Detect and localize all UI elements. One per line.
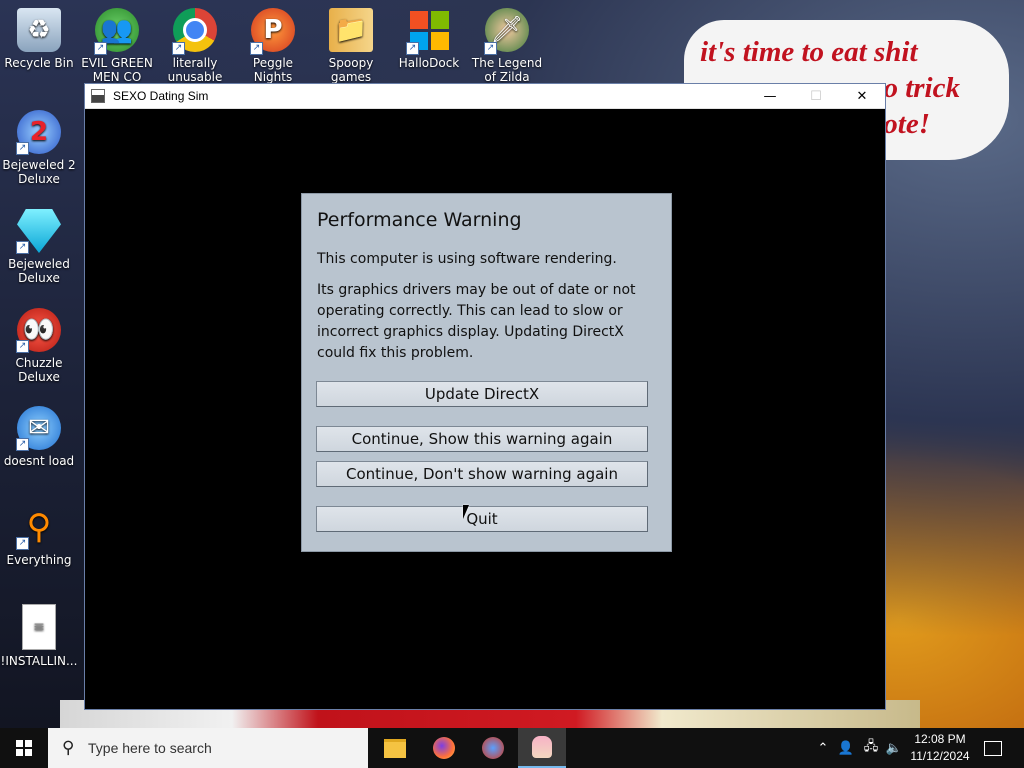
close-button[interactable]: ✕ xyxy=(839,84,885,108)
tray-network[interactable]: 🖧 xyxy=(860,728,882,768)
dialog-message-1: This computer is using software renderin… xyxy=(317,251,617,267)
taskbar-search-box[interactable]: ⚲ Type here to search xyxy=(48,728,368,768)
mouse-cursor-icon xyxy=(463,505,469,519)
continue-show-warning-button[interactable]: Continue, Show this warning again xyxy=(316,426,648,452)
desktop-icon-label: The Legend of Zilda xyxy=(471,56,543,84)
notification-icon xyxy=(984,740,1002,756)
desktop-icon-legend-of-zilda[interactable]: 🗡 The Legend of Zilda ↗ xyxy=(468,8,546,84)
update-directx-button[interactable]: Update DirectX xyxy=(316,381,648,407)
shortcut-arrow-icon: ↗ xyxy=(16,537,29,550)
action-center-button[interactable] xyxy=(978,728,1008,768)
quit-button[interactable]: Quit xyxy=(316,506,648,532)
dialog-message-2: Its graphics drivers may be out of date … xyxy=(317,282,636,361)
desktop-icon-installing[interactable]: ≡ !INSTALLIN... xyxy=(0,604,78,668)
shortcut-arrow-icon: ↗ xyxy=(250,42,263,55)
dialog-title: Performance Warning xyxy=(317,209,522,231)
desktop-icon-label: Bejeweled Deluxe xyxy=(8,257,70,285)
spoopy-folder-icon: 📁 xyxy=(329,8,373,52)
shortcut-arrow-icon: ↗ xyxy=(94,42,107,55)
windows-start-icon xyxy=(16,740,32,756)
desktop-icon-label: Everything xyxy=(6,553,72,567)
dating-sim-icon xyxy=(532,736,552,758)
show-hidden-icons-button[interactable]: ⌃ xyxy=(814,728,832,768)
shortcut-arrow-icon: ↗ xyxy=(16,142,29,155)
people-icon: 👤 xyxy=(837,740,855,756)
shortcut-arrow-icon: ↗ xyxy=(406,42,419,55)
desktop-icon-label: HalloDock xyxy=(398,56,460,70)
clock-time: 12:08 PM xyxy=(914,732,966,746)
window-title: SEXO Dating Sim xyxy=(113,89,209,103)
desktop-icon-everything[interactable]: ⚲ Everything ↗ xyxy=(0,505,78,567)
minimize-button[interactable]: — xyxy=(747,84,793,108)
desktop-icon-hallodock[interactable]: HalloDock ↗ xyxy=(390,8,468,70)
taskbar-dating-sim[interactable] xyxy=(518,728,566,768)
desktop-icon-bejeweled-2[interactable]: 2 Bejeweled 2 Deluxe ↗ xyxy=(0,110,78,186)
desktop-icon-label: doesnt load xyxy=(3,454,75,468)
tray-people[interactable]: 👤 xyxy=(836,728,856,768)
shortcut-arrow-icon: ↗ xyxy=(172,42,185,55)
taskbar-peggle[interactable] xyxy=(469,728,517,768)
performance-warning-dialog: Performance Warning This computer is usi… xyxy=(301,193,672,552)
desktop-icon-label: Spoopy games xyxy=(328,56,374,84)
file-explorer-icon xyxy=(384,738,406,758)
continue-dont-show-warning-button[interactable]: Continue, Don't show warning again xyxy=(316,461,648,487)
desktop-icon-label: Bejeweled 2 Deluxe xyxy=(2,158,76,186)
desktop-icon-label: Recycle Bin xyxy=(4,56,74,70)
desktop-icon-label: Chuzzle Deluxe xyxy=(15,356,63,384)
shortcut-arrow-icon: ↗ xyxy=(16,438,29,451)
desktop-icon-evil-green-men[interactable]: 👥 EVIL GREEN MEN CO ↗ xyxy=(78,8,156,84)
tray-volume[interactable]: 🔈 xyxy=(883,728,905,768)
clock-date: 11/12/2024 xyxy=(910,749,970,763)
desktop-icon-spoopy-games[interactable]: 📁 Spoopy games xyxy=(312,8,390,84)
desktop-icon-recycle-bin[interactable]: ♻ Recycle Bin xyxy=(0,8,78,70)
search-placeholder: Type here to search xyxy=(88,740,212,756)
app-window: SEXO Dating Sim — ☐ ✕ Performance Warnin… xyxy=(85,84,885,709)
firefox-icon xyxy=(433,737,455,759)
taskbar-clock[interactable]: 12:08 PM 11/12/2024 xyxy=(905,731,975,765)
network-icon: 🖧 xyxy=(863,739,879,754)
shortcut-arrow-icon: ↗ xyxy=(484,42,497,55)
search-icon: ⚲ xyxy=(62,738,75,758)
app-window-icon xyxy=(91,89,105,103)
desktop-icon-literally-unusable[interactable]: literally unusable ↗ xyxy=(156,8,234,84)
desktop-icon-bejeweled[interactable]: Bejeweled Deluxe ↗ xyxy=(0,209,78,285)
peggle-taskbar-icon xyxy=(482,737,504,759)
wallpaper-text-line1: it's time to eat shit xyxy=(700,36,918,68)
recycle-bin-icon: ♻ xyxy=(17,8,61,52)
window-titlebar[interactable]: SEXO Dating Sim — ☐ ✕ xyxy=(85,84,885,109)
taskbar: ⚲ Type here to search ⌃ 👤 🖧 🔈 12:08 PM 1… xyxy=(0,728,1024,768)
taskbar-firefox[interactable] xyxy=(420,728,468,768)
shortcut-arrow-icon: ↗ xyxy=(16,340,29,353)
taskbar-file-explorer[interactable] xyxy=(371,728,419,768)
start-button[interactable] xyxy=(0,728,48,768)
text-file-icon: ≡ xyxy=(22,604,56,650)
desktop-icon-label: !INSTALLIN... xyxy=(0,654,78,668)
shortcut-arrow-icon: ↗ xyxy=(16,241,29,254)
desktop-icon-label: EVIL GREEN MEN CO xyxy=(81,56,153,84)
desktop-icon-label: literally unusable xyxy=(167,56,223,84)
desktop-icon-doesnt-load[interactable]: ✉ doesnt load ↗ xyxy=(0,406,78,468)
maximize-button[interactable]: ☐ xyxy=(793,84,839,108)
volume-icon: 🔈 xyxy=(885,740,903,756)
desktop-icon-chuzzle[interactable]: 👀 Chuzzle Deluxe ↗ xyxy=(0,308,78,384)
chevron-up-icon: ⌃ xyxy=(817,740,829,756)
